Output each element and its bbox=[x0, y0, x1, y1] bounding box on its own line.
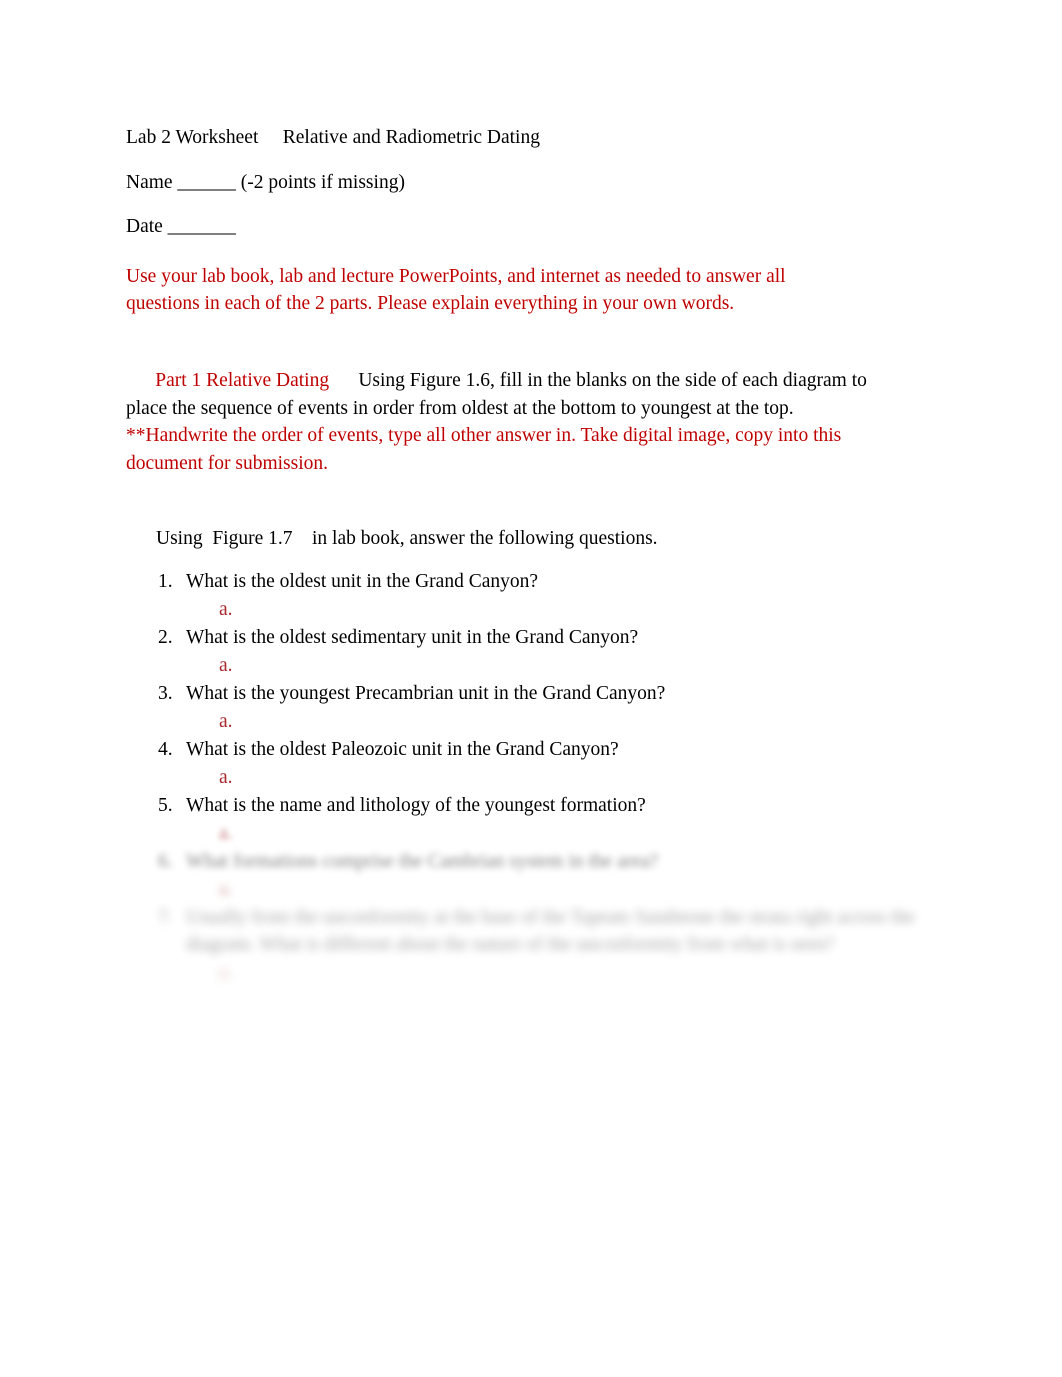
answer-marker[interactable]: a. bbox=[219, 875, 946, 904]
question-text: Usually from the unconformity at the bas… bbox=[186, 907, 915, 955]
question-number: 1. bbox=[158, 571, 173, 592]
list-item: 7. Usually from the unconformity at the … bbox=[126, 904, 946, 958]
part1-heading: Part 1 Relative Dating bbox=[155, 370, 330, 391]
question-text: What is the oldest unit in the Grand Can… bbox=[186, 571, 539, 592]
question-text: What is the oldest Paleozoic unit in the… bbox=[186, 739, 619, 760]
answer-marker[interactable]: a. bbox=[219, 958, 946, 987]
using-figure-line: Using Figure 1.7 in lab book, answer the… bbox=[156, 527, 658, 549]
general-instructions: Use your lab book, lab and lecture Power… bbox=[126, 265, 791, 315]
list-item: 3. What is the youngest Precambrian unit… bbox=[126, 680, 946, 707]
answer-marker[interactable]: a. bbox=[219, 707, 946, 736]
question-number: 2. bbox=[158, 627, 173, 648]
answer-marker[interactable]: a. bbox=[219, 763, 946, 792]
answer-marker[interactable]: a. bbox=[219, 819, 946, 848]
list-item: 2. What is the oldest sedimentary unit i… bbox=[126, 624, 946, 651]
question-text: What formations comprise the Cambrian sy… bbox=[186, 851, 659, 872]
list-item: 6. What formations comprise the Cambrian… bbox=[126, 848, 946, 875]
question-text: What is the name and lithology of the yo… bbox=[186, 795, 646, 816]
question-number: 6. bbox=[158, 851, 173, 872]
date-field-line[interactable]: Date _______ bbox=[126, 213, 946, 241]
question-text: What is the oldest sedimentary unit in t… bbox=[186, 627, 639, 648]
document-body: Lab 2 Worksheet Relative and Radiometric… bbox=[126, 124, 946, 987]
document-page: Lab 2 Worksheet Relative and Radiometric… bbox=[0, 0, 1062, 1377]
answer-marker[interactable]: a. bbox=[219, 595, 946, 624]
list-item: 1. What is the oldest unit in the Grand … bbox=[126, 568, 946, 595]
list-item: 5. What is the name and lithology of the… bbox=[126, 792, 946, 819]
name-field-line[interactable]: Name ______ (-2 points if missing) bbox=[126, 169, 946, 197]
question-number: 5. bbox=[158, 795, 173, 816]
part1-body-red: **Handwrite the order of events, type al… bbox=[126, 425, 847, 474]
list-item: 4. What is the oldest Paleozoic unit in … bbox=[126, 736, 946, 763]
question-text: What is the youngest Precambrian unit in… bbox=[186, 683, 666, 704]
question-number: 7. bbox=[158, 907, 173, 928]
question-number: 3. bbox=[158, 683, 173, 704]
question-list: 1. What is the oldest unit in the Grand … bbox=[126, 568, 946, 987]
part1-paragraph: Part 1 Relative Dating Using Figure 1.6,… bbox=[126, 340, 878, 505]
worksheet-title: Lab 2 Worksheet Relative and Radiometric… bbox=[126, 127, 540, 148]
question-number: 4. bbox=[158, 739, 173, 760]
answer-marker[interactable]: a. bbox=[219, 651, 946, 680]
